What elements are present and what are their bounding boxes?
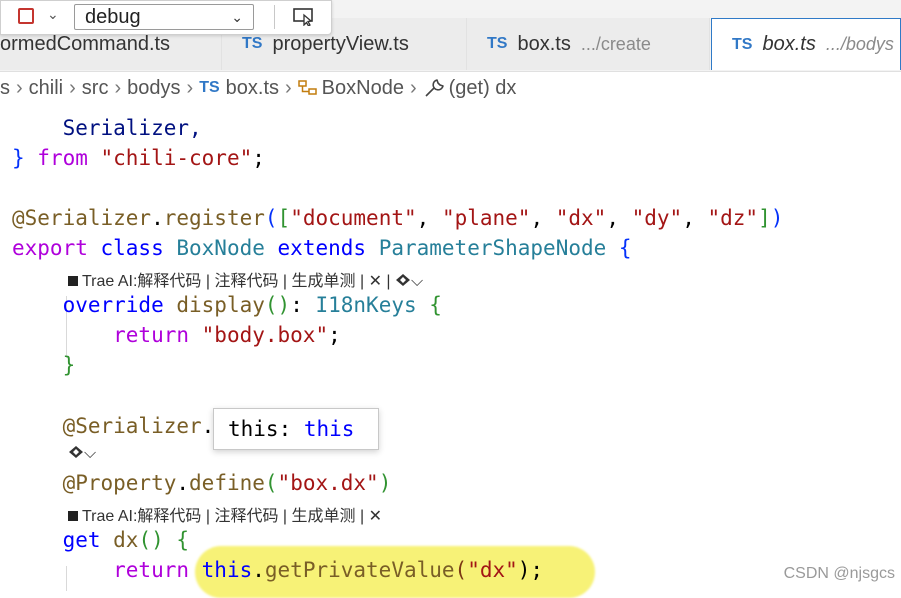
code-line: override display(): I18nKeys { xyxy=(12,293,442,317)
tab-path: .../create xyxy=(580,33,651,54)
debug-config-select[interactable]: debug ⌄ xyxy=(74,4,254,30)
watermark: CSDN @njsgcs xyxy=(783,565,895,582)
tab-box-bodys[interactable]: TS box.ts .../bodys xyxy=(711,18,901,70)
tab-label: propertyView.ts xyxy=(272,32,409,55)
chevron-right-icon: › xyxy=(186,76,194,99)
stop-icon[interactable] xyxy=(18,8,34,24)
chevron-right-icon: › xyxy=(114,76,122,99)
chevron-down-icon: ⌄ xyxy=(231,9,243,25)
code-line: return "body.box"; xyxy=(12,323,341,347)
breadcrumb-item[interactable]: (get) dx xyxy=(449,77,517,100)
chevron-right-icon: › xyxy=(409,76,417,99)
chevron-right-icon: › xyxy=(16,76,23,99)
debug-toolbar: ⌄ debug ⌄ xyxy=(0,0,332,35)
code-line: @Serializer.register(["document", "plane… xyxy=(12,206,784,230)
toolbar-divider xyxy=(274,5,275,29)
breadcrumb-item[interactable]: bodys xyxy=(127,77,180,100)
code-line: } from "chili-core"; xyxy=(12,146,265,170)
ai-logo-icon[interactable] xyxy=(395,273,411,287)
tab-label: box.ts xyxy=(762,33,816,55)
tab-label: ormedCommand.ts xyxy=(0,32,171,55)
chevron-down-icon[interactable]: ⌄ xyxy=(47,7,59,23)
ai-logo-icon[interactable] xyxy=(68,445,84,459)
breadcrumb-item[interactable]: BoxNode xyxy=(322,77,404,100)
code-line: } xyxy=(12,353,76,377)
trae-square-icon xyxy=(68,511,78,521)
chevron-right-icon: › xyxy=(285,76,292,99)
hover-tooltip: this: this xyxy=(213,408,379,450)
code-line: Serializer, xyxy=(12,116,202,140)
debug-config-value: debug xyxy=(85,6,141,28)
tab-path: .../bodys xyxy=(825,34,894,54)
codelens[interactable]: Trae AI:解释代码 | 注释代码 | 生成单测 | ✕ xyxy=(68,502,382,526)
codelens[interactable]: Trae AI:解释代码 | 注释代码 | 生成单测 | ✕ | ⌵ xyxy=(68,267,423,291)
code-line: return this.getPrivateValue("dx"); xyxy=(12,558,544,582)
breadcrumb-item[interactable]: src xyxy=(82,77,109,100)
tab-box-create[interactable]: TS box.ts .../create xyxy=(467,18,710,70)
inspect-icon[interactable] xyxy=(293,8,315,26)
typescript-icon: TS xyxy=(199,79,220,96)
typescript-icon: TS xyxy=(487,35,508,52)
code-line: @Property.define("box.dx") xyxy=(12,471,392,495)
class-icon xyxy=(297,80,317,95)
breadcrumb-item[interactable]: chili xyxy=(29,77,63,100)
breadcrumb-item[interactable]: box.ts xyxy=(226,77,279,100)
code-line: export class BoxNode extends ParameterSh… xyxy=(12,236,632,260)
code-line: get dx() { xyxy=(12,528,190,552)
typescript-icon: TS xyxy=(732,35,753,53)
code-editor[interactable]: Serializer, } from "chili-core"; @Serial… xyxy=(0,106,901,598)
wrench-icon xyxy=(425,79,444,97)
codelens[interactable]: ⌵ xyxy=(68,445,96,463)
breadcrumb: s › chili › src › bodys › TS box.ts › Bo… xyxy=(0,72,901,104)
tab-label: box.ts xyxy=(517,32,571,55)
typescript-icon: TS xyxy=(242,35,263,52)
breadcrumb-item[interactable]: s xyxy=(0,77,10,100)
chevron-right-icon: › xyxy=(69,76,76,99)
trae-square-icon xyxy=(68,276,78,286)
